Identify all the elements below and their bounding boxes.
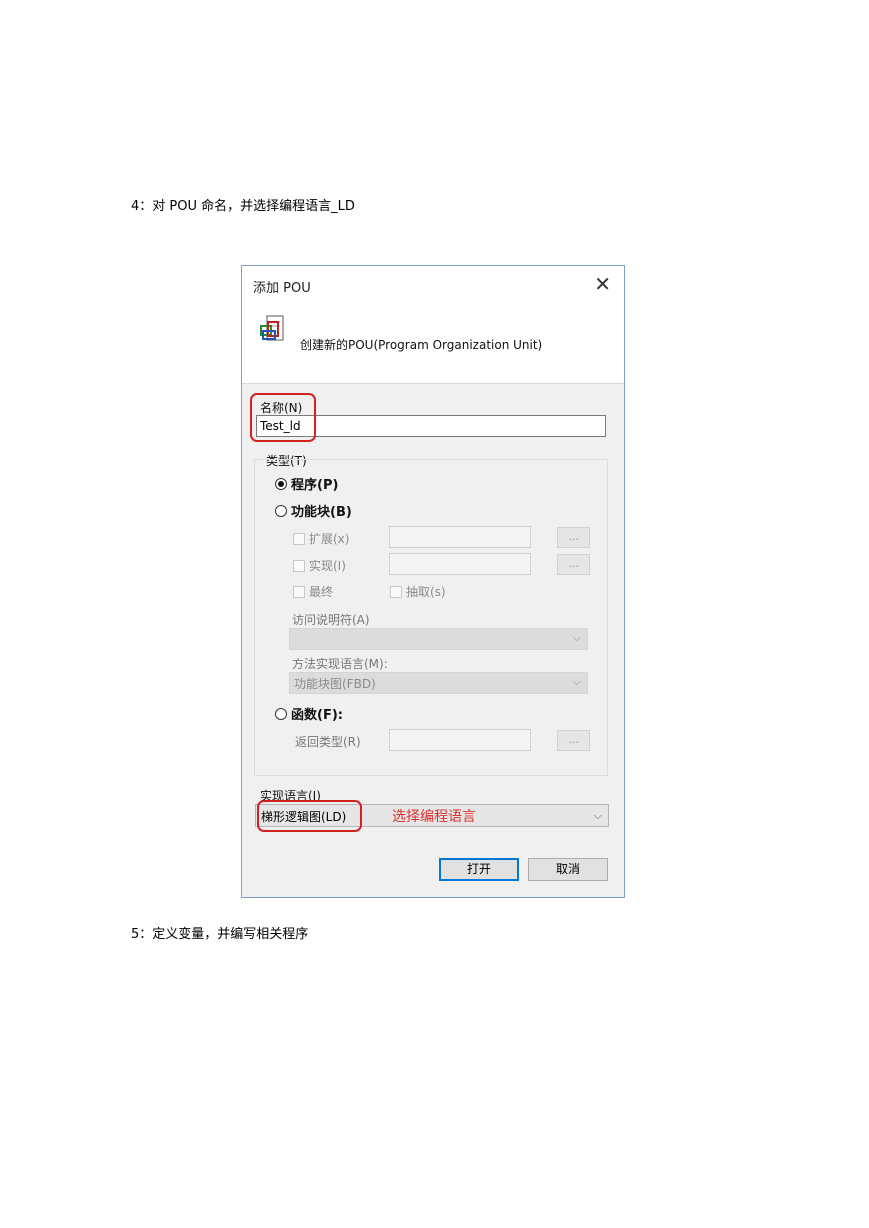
implements-checkbox: 实现(I) <box>293 557 346 574</box>
extends-input <box>389 526 531 548</box>
radio-function-block[interactable]: 功能块(B) <box>275 501 352 520</box>
radio-program[interactable]: 程序(P) <box>275 474 338 493</box>
checkbox-icon <box>293 559 305 572</box>
extends-label: 扩展(x) <box>309 532 350 546</box>
add-pou-dialog: 添加 POU ✕ 创建新的POU(Program Organization Un… <box>241 265 625 898</box>
checkbox-icon <box>293 532 305 545</box>
chevron-down-icon: ⌵ <box>572 675 581 688</box>
step-4-text: 4：对 POU 命名，并选择编程语言_LD <box>131 199 355 214</box>
chevron-down-icon: ⌵ <box>593 809 602 822</box>
return-type-browse-button: ... <box>557 730 590 751</box>
abstract-checkbox: 抽取(s) <box>390 583 446 600</box>
annotation-text: 选择编程语言 <box>392 809 476 825</box>
final-label: 最终 <box>309 585 334 599</box>
access-label: 访问说明符(A) <box>292 613 370 627</box>
extends-checkbox: 扩展(x) <box>293 530 349 547</box>
impl-lang-highlight <box>257 800 362 832</box>
method-lang-value: 功能块图(FBD) <box>294 677 376 691</box>
checkbox-icon <box>293 585 305 598</box>
abstract-label: 抽取(s) <box>406 585 446 599</box>
method-lang-label: 方法实现语言(M): <box>292 657 388 671</box>
implements-browse-button: ... <box>557 554 590 575</box>
dialog-subtitle: 创建新的POU(Program Organization Unit) <box>300 338 543 352</box>
implements-input <box>389 553 531 575</box>
extends-browse-button: ... <box>557 527 590 548</box>
checkbox-icon <box>390 585 402 598</box>
final-checkbox: 最终 <box>293 583 333 600</box>
cancel-button[interactable]: 取消 <box>528 858 608 881</box>
implements-label: 实现(I) <box>309 559 346 573</box>
radio-program-label: 程序(P) <box>291 478 339 493</box>
radio-function-label: 函数(F): <box>291 708 343 723</box>
radio-function-block-label: 功能块(B) <box>291 505 352 520</box>
dialog-titlebar: 添加 POU ✕ <box>242 266 624 306</box>
step-5-text: 5：定义变量，并编写相关程序 <box>131 927 309 942</box>
method-lang-select: 功能块图(FBD) ⌵ <box>289 672 588 694</box>
close-icon[interactable]: ✕ <box>594 272 611 296</box>
dialog-header: 创建新的POU(Program Organization Unit) <box>242 306 624 384</box>
radio-function[interactable]: 函数(F): <box>275 704 343 723</box>
return-type-input <box>389 729 531 751</box>
pou-document-icon <box>260 315 284 341</box>
radio-selected-icon <box>275 477 287 490</box>
return-type-label: 返回类型(R) <box>295 735 361 749</box>
chevron-down-icon: ⌵ <box>572 631 581 644</box>
radio-unselected-icon <box>275 504 287 517</box>
open-button[interactable]: 打开 <box>439 858 519 881</box>
radio-unselected-icon <box>275 707 287 720</box>
dialog-title: 添加 POU <box>253 281 311 296</box>
access-select: ⌵ <box>289 628 588 650</box>
name-highlight <box>250 393 316 442</box>
